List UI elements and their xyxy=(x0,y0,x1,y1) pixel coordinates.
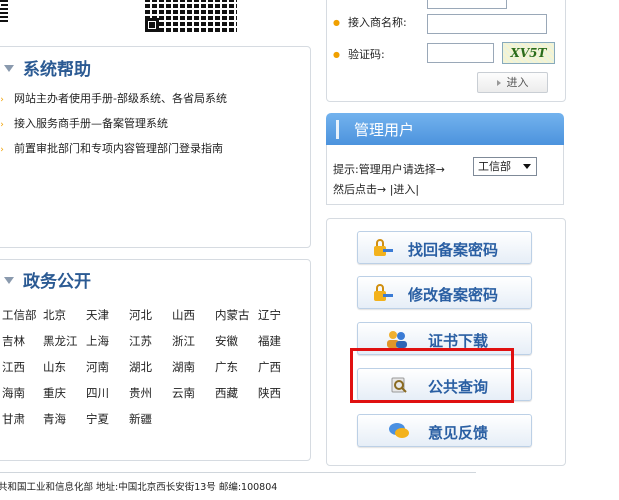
retrieve-password-button[interactable]: 找回备案密码 xyxy=(357,231,532,264)
help-link[interactable]: › 前置审批部门和专项内容管理部门登录指南 xyxy=(0,140,227,165)
qr-code xyxy=(145,0,237,32)
region-link[interactable]: 内蒙古 xyxy=(215,307,258,323)
header-bar-icon xyxy=(336,120,339,139)
region-link[interactable]: 辽宁 xyxy=(258,307,301,323)
provider-label: 接入商名称: xyxy=(347,16,407,29)
captcha-label: 验证码: xyxy=(347,48,385,61)
key-lock-icon xyxy=(374,239,393,256)
region-link[interactable]: 天津 xyxy=(86,307,129,323)
region-link[interactable]: 北京 xyxy=(43,307,86,323)
captcha-row: ● 验证码: xyxy=(333,46,385,62)
chevron-down-icon xyxy=(523,164,531,169)
region-link[interactable]: 吉林 xyxy=(2,333,43,349)
region-link[interactable]: 四川 xyxy=(86,385,129,401)
help-link[interactable]: › 接入服务商手册—备案管理系统 xyxy=(0,115,227,140)
admin-then: 然后点击→ |进入| xyxy=(333,183,420,196)
bullet-arrow-icon: › xyxy=(0,95,4,105)
region-link[interactable]: 山东 xyxy=(43,359,86,375)
admin-title: 管理用户 xyxy=(354,121,415,139)
gov-title-text: 政务公开 xyxy=(23,272,91,292)
region-link[interactable]: 云南 xyxy=(172,385,215,401)
help-link[interactable]: › 网站主办者使用手册-部级系统、各省局系统 xyxy=(0,90,227,115)
help-title-text: 系统帮助 xyxy=(23,60,91,80)
region-row: 海南 重庆 四川 贵州 云南 西藏 陕西 xyxy=(0,380,300,406)
region-link[interactable]: 上海 xyxy=(86,333,129,349)
enter-button[interactable]: 进入 xyxy=(477,72,548,93)
region-link[interactable]: 河北 xyxy=(129,307,172,323)
region-grid: 工信部 北京 天津 河北 山西 内蒙古 辽宁 吉林 黑龙江 上海 江苏 浙江 安… xyxy=(0,302,300,432)
region-link[interactable]: 宁夏 xyxy=(86,411,129,427)
region-link[interactable]: 福建 xyxy=(258,333,301,349)
region-link[interactable]: 安徽 xyxy=(215,333,258,349)
bullet-arrow-icon: › xyxy=(0,120,4,130)
footer-divider xyxy=(0,472,476,473)
region-link[interactable]: 湖南 xyxy=(172,359,215,375)
region-link[interactable]: 广东 xyxy=(215,359,258,375)
help-list: › 网站主办者使用手册-部级系统、各省局系统 › 接入服务商手册—备案管理系统 › 前… xyxy=(0,90,227,165)
region-link[interactable]: 黑龙江 xyxy=(43,333,86,349)
captcha-image[interactable]: XV5T xyxy=(502,42,555,64)
collapse-triangle-icon xyxy=(4,64,14,72)
feedback-button[interactable]: 意见反馈 xyxy=(357,414,532,447)
region-row: 工信部 北京 天津 河北 山西 内蒙古 辽宁 xyxy=(0,302,300,328)
region-link[interactable]: 西藏 xyxy=(215,385,258,401)
admin-hint: 提示:管理用户请选择→ xyxy=(333,163,445,176)
bullet-dot-icon: ● xyxy=(333,49,340,59)
provider-row: ● 接入商名称: xyxy=(333,14,407,30)
change-password-button[interactable]: 修改备案密码 xyxy=(357,276,532,309)
qr-code-left xyxy=(0,0,8,22)
highlight-box xyxy=(350,348,514,403)
region-link[interactable]: 广西 xyxy=(258,359,301,375)
region-link[interactable]: 山西 xyxy=(172,307,215,323)
region-link[interactable]: 青海 xyxy=(43,411,86,427)
region-link[interactable]: 湖北 xyxy=(129,359,172,375)
region-link[interactable]: 江苏 xyxy=(129,333,172,349)
gov-title: 政务公开 xyxy=(4,267,91,292)
play-arrow-icon xyxy=(496,80,501,86)
cropped-input-field[interactable] xyxy=(427,0,507,9)
key-lock-icon xyxy=(374,284,393,301)
region-row: 甘肃 青海 宁夏 新疆 xyxy=(0,406,300,432)
footer-text: 共和国工业和信息化部 地址:中国北京西长安街13号 邮编:100804 xyxy=(0,482,278,493)
collapse-triangle-icon xyxy=(4,276,14,284)
region-row: 吉林 黑龙江 上海 江苏 浙江 安徽 福建 xyxy=(0,328,300,354)
region-link[interactable]: 重庆 xyxy=(43,385,86,401)
admin-dept-select[interactable]: 工信部 xyxy=(473,157,537,176)
admin-header: 管理用户 xyxy=(326,113,564,145)
provider-name-input[interactable] xyxy=(427,14,547,34)
bullet-arrow-icon: › xyxy=(0,145,4,155)
region-link[interactable]: 江西 xyxy=(2,359,43,375)
region-link[interactable]: 新疆 xyxy=(129,411,172,427)
region-link[interactable]: 贵州 xyxy=(129,385,172,401)
region-row: 江西 山东 河南 湖北 湖南 广东 广西 xyxy=(0,354,300,380)
captcha-input[interactable] xyxy=(427,43,494,63)
bullet-dot-icon: ● xyxy=(333,17,340,27)
region-link[interactable]: 河南 xyxy=(86,359,129,375)
help-title: 系统帮助 xyxy=(4,55,91,80)
users-icon xyxy=(387,331,407,348)
chat-bubble-icon xyxy=(389,423,409,438)
region-link[interactable]: 甘肃 xyxy=(2,411,43,427)
region-link[interactable]: 工信部 xyxy=(2,307,43,323)
region-link[interactable]: 海南 xyxy=(2,385,43,401)
region-link[interactable]: 浙江 xyxy=(172,333,215,349)
region-link[interactable]: 陕西 xyxy=(258,385,301,401)
